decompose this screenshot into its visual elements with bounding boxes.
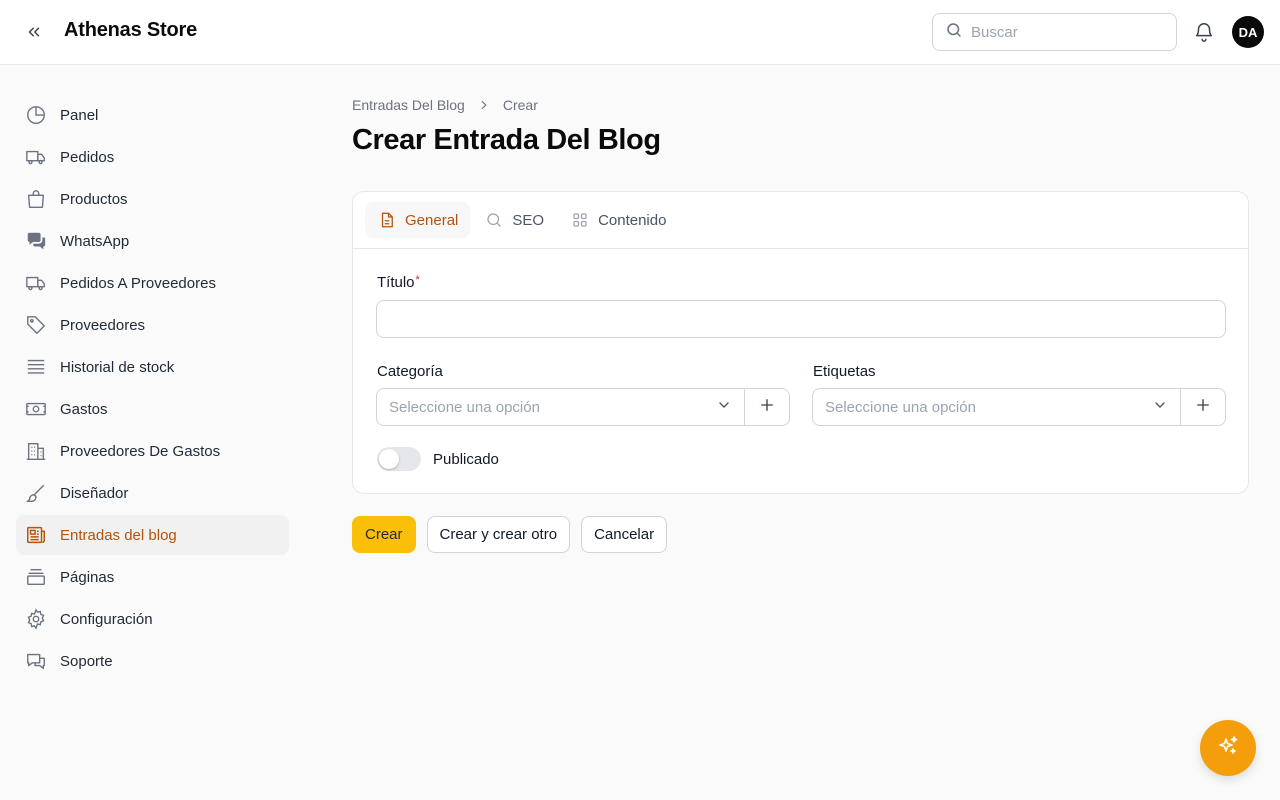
- sidebar-item-soporte[interactable]: Soporte: [16, 641, 289, 681]
- sidebar-item-productos[interactable]: Productos: [16, 179, 289, 219]
- sidebar-item-label: Pedidos: [60, 148, 115, 166]
- tab-bar: General SEO Contenido: [353, 192, 1248, 249]
- sidebar-item-label: WhatsApp: [60, 232, 130, 250]
- document-icon: [377, 210, 397, 230]
- search-icon: [484, 210, 504, 230]
- brand-title[interactable]: Athenas Store: [64, 19, 197, 42]
- page-title: Crear Entrada Del Blog: [352, 124, 661, 156]
- sidebar-item-proveedores[interactable]: Proveedores: [16, 305, 289, 345]
- title-input[interactable]: [376, 300, 1226, 338]
- sidebar-item-label: Panel: [60, 106, 99, 124]
- breadcrumb-parent-link[interactable]: Entradas Del Blog: [352, 97, 465, 113]
- breadcrumb: Entradas Del Blog Crear: [352, 97, 538, 113]
- avatar[interactable]: DA: [1232, 16, 1264, 48]
- toggle-knob: [379, 449, 399, 469]
- sidebar-item-label: Páginas: [60, 568, 115, 586]
- chevron-down-icon: [716, 397, 732, 417]
- top-bar: Athenas Store DA: [0, 0, 1280, 65]
- search-icon: [945, 21, 963, 44]
- chevron-right-icon: [477, 98, 491, 112]
- sidebar-item-whatsapp[interactable]: WhatsApp: [16, 221, 289, 261]
- category-label: Categoría: [377, 363, 443, 380]
- create-another-button[interactable]: Crear y crear otro: [426, 516, 571, 553]
- tab-contenido[interactable]: Contenido: [558, 202, 678, 238]
- sidebar-item-panel[interactable]: Panel: [16, 95, 289, 135]
- tags-select[interactable]: Seleccione una opción: [813, 389, 1180, 425]
- paintbrush-icon: [24, 481, 48, 505]
- tag-icon: [24, 313, 48, 337]
- add-category-button[interactable]: [744, 389, 789, 425]
- chat-bubbles-icon: [24, 229, 48, 253]
- sidebar-item-label: Pedidos A Proveedores: [60, 274, 216, 292]
- tags-label: Etiquetas: [813, 363, 876, 380]
- tab-seo[interactable]: SEO: [472, 202, 556, 238]
- sidebar-item-disenador[interactable]: Diseñador: [16, 473, 289, 513]
- plus-icon: [758, 396, 776, 419]
- published-label: Publicado: [433, 451, 499, 468]
- sidebar-item-label: Proveedores: [60, 316, 146, 334]
- notifications-bell-icon[interactable]: [1192, 20, 1216, 44]
- create-button[interactable]: Crear: [352, 516, 416, 553]
- published-toggle[interactable]: [377, 447, 421, 471]
- sidebar-item-pedidos[interactable]: Pedidos: [16, 137, 289, 177]
- sidebar-item-label: Diseñador: [60, 484, 129, 502]
- required-asterisk: *: [415, 274, 420, 286]
- tab-label: Contenido: [598, 211, 667, 229]
- cancel-button[interactable]: Cancelar: [581, 516, 668, 553]
- tags-placeholder: Seleccione una opción: [825, 398, 976, 416]
- support-chat-icon: [24, 649, 48, 673]
- pie-chart-icon: [24, 103, 48, 127]
- archive-box-icon: [24, 565, 48, 589]
- sidebar-item-label: Configuración: [60, 610, 153, 628]
- newspaper-icon: [24, 523, 48, 547]
- grid-icon: [570, 210, 590, 230]
- tags-select-group: Seleccione una opción: [812, 388, 1226, 426]
- building-icon: [24, 439, 48, 463]
- chevron-down-icon: [1152, 397, 1168, 417]
- category-placeholder: Seleccione una opción: [389, 398, 540, 416]
- ai-assistant-button[interactable]: [1200, 720, 1256, 776]
- sidebar-item-entradas-blog[interactable]: Entradas del blog: [16, 515, 289, 555]
- collapse-sidebar-icon[interactable]: [22, 20, 46, 44]
- form-actions: Crear Crear y crear otro Cancelar: [352, 516, 678, 553]
- sidebar-item-label: Soporte: [60, 652, 113, 670]
- breadcrumb-current: Crear: [502, 97, 538, 113]
- truck-icon: [24, 271, 48, 295]
- sidebar-item-label: Gastos: [60, 400, 108, 418]
- sidebar: Panel Pedidos Productos WhatsApp Pedidos…: [16, 95, 289, 683]
- sidebar-item-label: Entradas del blog: [60, 526, 177, 544]
- gear-icon: [24, 607, 48, 631]
- sidebar-item-label: Productos: [60, 190, 128, 208]
- truck-icon: [24, 145, 48, 169]
- add-tag-button[interactable]: [1180, 389, 1225, 425]
- sidebar-item-configuracion[interactable]: Configuración: [16, 599, 289, 639]
- shopping-bag-icon: [24, 187, 48, 211]
- category-select[interactable]: Seleccione una opción: [377, 389, 744, 425]
- tab-general[interactable]: General: [365, 202, 471, 238]
- category-select-group: Seleccione una opción: [376, 388, 790, 426]
- sidebar-item-paginas[interactable]: Páginas: [16, 557, 289, 597]
- sidebar-item-label: Proveedores De Gastos: [60, 442, 221, 460]
- search-box[interactable]: [932, 13, 1177, 51]
- banknote-icon: [24, 397, 48, 421]
- sidebar-item-label: Historial de stock: [60, 358, 175, 376]
- plus-icon: [1194, 396, 1212, 419]
- stack-icon: [24, 355, 48, 379]
- sidebar-item-historial-stock[interactable]: Historial de stock: [16, 347, 289, 387]
- search-input[interactable]: [971, 23, 1151, 41]
- sparkles-icon: [1216, 734, 1240, 763]
- title-field-label: Título*: [377, 274, 420, 291]
- sidebar-item-proveedores-gastos[interactable]: Proveedores De Gastos: [16, 431, 289, 471]
- tab-label: General: [405, 211, 459, 229]
- sidebar-item-gastos[interactable]: Gastos: [16, 389, 289, 429]
- title-label-text: Título: [377, 274, 415, 291]
- sidebar-item-pedidos-proveedores[interactable]: Pedidos A Proveedores: [16, 263, 289, 303]
- tab-label: SEO: [512, 211, 545, 229]
- form-card: General SEO Contenido Título* Categoría …: [352, 191, 1249, 494]
